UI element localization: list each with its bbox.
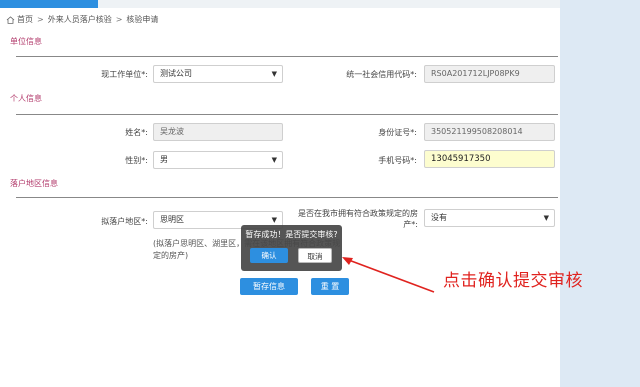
tab-active[interactable] [0, 0, 98, 8]
id-number-field[interactable]: 350521199508208014 [424, 123, 555, 141]
name-field[interactable]: 吴龙波 [153, 123, 283, 141]
gender-label: 性别*: [125, 156, 148, 165]
section-title-personal: 个人信息 [10, 94, 42, 103]
breadcrumb-separator: > [115, 15, 123, 24]
confirm-dialog: 暂存成功！是否提交审核? 确认 取消 [241, 225, 342, 271]
unit-label: 现工作单位*: [101, 70, 148, 79]
section-divider [16, 114, 558, 115]
credit-code-label: 统一社会信用代码*: [346, 70, 417, 79]
top-tab-bar [0, 0, 560, 8]
name-label: 姓名*: [125, 128, 148, 137]
chevron-down-icon: ▼ [271, 70, 277, 78]
right-side-panel [560, 0, 640, 387]
breadcrumb-current: 核验申请 [126, 15, 159, 24]
chevron-down-icon: ▼ [543, 214, 549, 222]
section-divider [16, 197, 558, 198]
phone-input[interactable]: 13045917350 [424, 150, 555, 168]
breadcrumb-home[interactable]: 首页 [17, 14, 33, 25]
credit-code-field[interactable]: RS0A201712LJP08PK9 [424, 65, 555, 83]
breadcrumb-separator: > [37, 15, 44, 24]
annotation-arrow-icon [342, 257, 435, 293]
district-label: 拟落户地区*: [101, 217, 148, 226]
dialog-message: 暂存成功！是否提交审核? [245, 230, 338, 239]
annotation-text: 点击确认提交审核 [443, 271, 583, 291]
save-draft-button[interactable]: 暂存信息 [240, 278, 298, 295]
section-divider [16, 56, 558, 57]
breadcrumb: 首页 > 外来人员落户核验 > 核验申请 [6, 14, 158, 25]
id-label: 身份证号*: [378, 128, 417, 137]
phone-label: 手机号码*: [378, 156, 417, 165]
section-title-area: 落户地区信息 [10, 179, 58, 188]
cancel-button[interactable]: 取消 [298, 248, 332, 263]
housing-select[interactable]: 没有 ▼ [424, 209, 555, 227]
home-icon [6, 15, 15, 24]
section-title-employer: 单位信息 [10, 37, 42, 46]
breadcrumb-level2[interactable]: 外来人员落户核验 [48, 14, 112, 25]
chevron-down-icon: ▼ [271, 156, 277, 164]
confirm-button[interactable]: 确认 [250, 248, 288, 263]
gender-select[interactable]: 男 ▼ [153, 151, 283, 169]
work-unit-select[interactable]: 测试公司 ▼ [153, 65, 283, 83]
